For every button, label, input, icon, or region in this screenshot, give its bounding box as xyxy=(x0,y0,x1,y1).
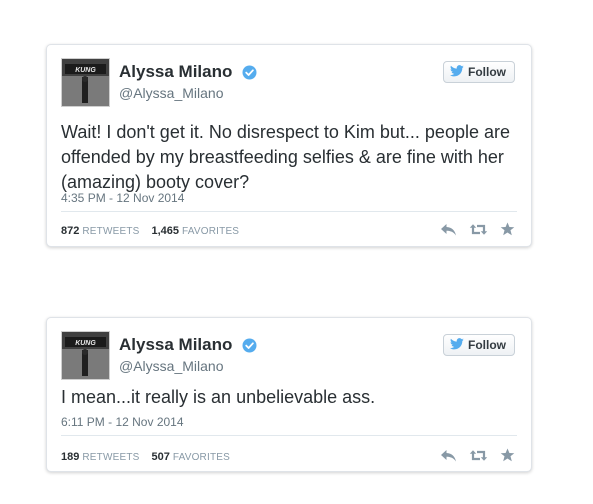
star-icon[interactable] xyxy=(500,222,515,236)
svg-text:KUNG: KUNG xyxy=(75,340,96,347)
tweet-stats: 872 RETWEETS 1,465 FAVORITES xyxy=(61,225,239,237)
twitter-bird-icon xyxy=(450,337,464,353)
divider xyxy=(61,435,517,436)
tweet-stats: 189 RETWEETS 507 FAVORITES xyxy=(61,451,230,463)
display-name[interactable]: Alyssa Milano xyxy=(119,335,232,355)
retweet-icon[interactable] xyxy=(469,223,488,236)
avatar[interactable]: KUNG xyxy=(61,331,110,380)
favorites-label[interactable]: FAVORITES xyxy=(173,452,230,463)
svg-text:KUNG: KUNG xyxy=(75,67,96,74)
reply-icon[interactable] xyxy=(440,223,457,236)
verified-badge-icon xyxy=(242,65,257,80)
retweets-label[interactable]: RETWEETS xyxy=(82,452,139,463)
verified-badge-icon xyxy=(242,338,257,353)
tweet-card: KUNG Alyssa Milano @Alyssa_Milano Follow… xyxy=(46,44,532,247)
display-name[interactable]: Alyssa Milano xyxy=(119,62,232,82)
tweet-text: Wait! I don't get it. No disrespect to K… xyxy=(61,122,510,192)
favorites-label[interactable]: FAVORITES xyxy=(182,226,239,237)
retweets-count[interactable]: 872 xyxy=(61,225,79,237)
star-icon[interactable] xyxy=(500,448,515,462)
user-handle[interactable]: @Alyssa_Milano xyxy=(119,358,257,374)
tweet-card: KUNG Alyssa Milano @Alyssa_Milano Follow… xyxy=(46,317,532,472)
tweet-timestamp[interactable]: 4:35 PM - 12 Nov 2014 xyxy=(61,191,184,205)
retweets-count[interactable]: 189 xyxy=(61,451,79,463)
follow-label: Follow xyxy=(468,338,506,352)
follow-button[interactable]: Follow xyxy=(443,334,515,356)
retweet-icon[interactable] xyxy=(469,449,488,462)
twitter-bird-icon xyxy=(450,64,464,80)
reply-icon[interactable] xyxy=(440,449,457,462)
tweet-actions xyxy=(440,222,515,236)
favorites-count[interactable]: 507 xyxy=(151,451,169,463)
user-handle[interactable]: @Alyssa_Milano xyxy=(119,85,257,101)
follow-label: Follow xyxy=(468,65,506,79)
divider xyxy=(61,211,517,212)
retweets-label[interactable]: RETWEETS xyxy=(82,226,139,237)
follow-button[interactable]: Follow xyxy=(443,61,515,83)
tweet-actions xyxy=(440,448,515,462)
avatar[interactable]: KUNG xyxy=(61,58,110,107)
tweet-text: I mean...it really is an unbelievable as… xyxy=(61,387,376,407)
tweet-timestamp[interactable]: 6:11 PM - 12 Nov 2014 xyxy=(61,415,184,429)
favorites-count[interactable]: 1,465 xyxy=(151,225,179,237)
